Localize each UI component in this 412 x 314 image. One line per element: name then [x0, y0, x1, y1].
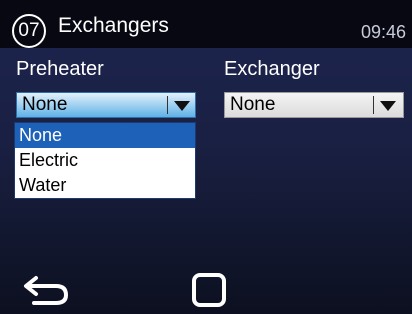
- dropdown-option-water[interactable]: Water: [15, 173, 195, 198]
- preheater-dropdown-list: None Electric Water: [14, 122, 196, 199]
- exchanger-label: Exchanger: [224, 58, 320, 80]
- preheater-select-value: None: [22, 94, 68, 115]
- exchanger-select-value: None: [230, 94, 276, 115]
- clock: 09:46: [360, 22, 406, 42]
- preheater-label: Preheater: [16, 58, 104, 80]
- preheater-select-separator: [167, 96, 168, 114]
- exchanger-select[interactable]: None: [224, 92, 404, 118]
- exchanger-select-separator: [373, 96, 374, 114]
- dropdown-option-electric[interactable]: Electric: [15, 148, 195, 173]
- back-arrow-icon[interactable]: [22, 270, 70, 306]
- page-title: Exchangers: [58, 14, 169, 37]
- title-bar: 07 Exchangers 09:46: [0, 0, 412, 48]
- preheater-select[interactable]: None: [16, 92, 196, 118]
- screen-number-badge: 07: [12, 14, 46, 48]
- chevron-down-icon[interactable]: [380, 101, 396, 111]
- square-icon[interactable]: [191, 272, 227, 308]
- dropdown-option-none[interactable]: None: [15, 123, 195, 148]
- chevron-down-icon[interactable]: [174, 101, 190, 111]
